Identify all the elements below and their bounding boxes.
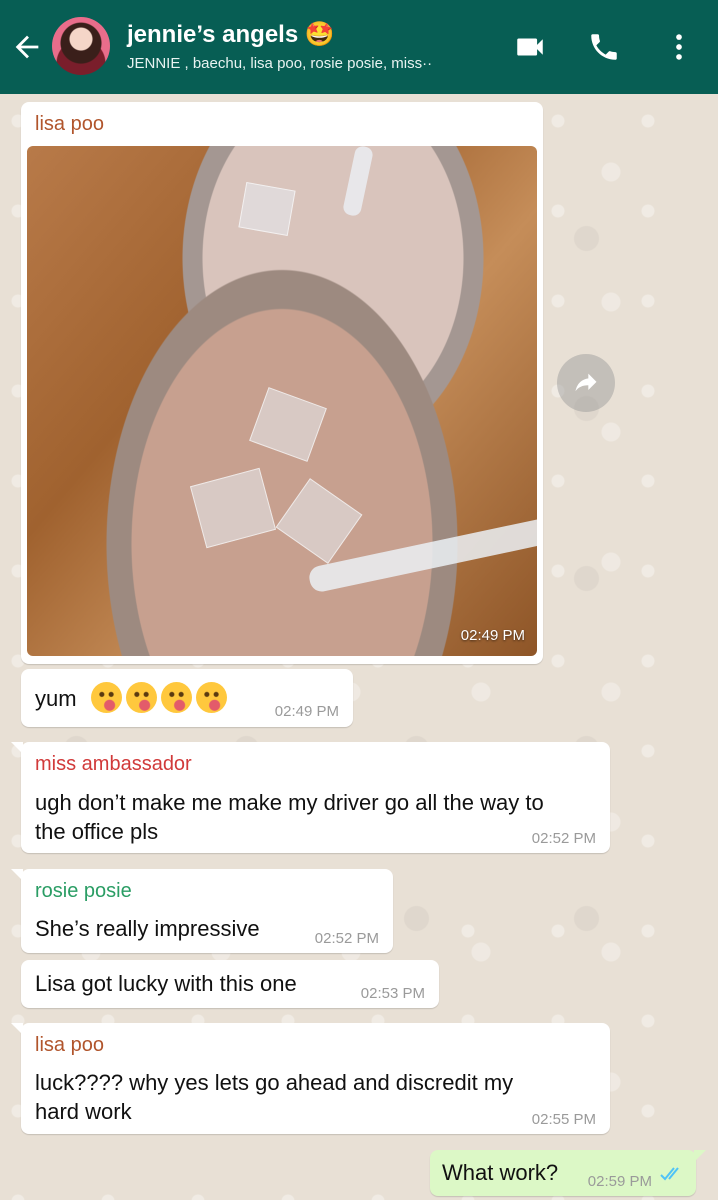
forward-icon <box>575 373 597 392</box>
message-bubble[interactable]: miss ambassador ugh don’t make me make m… <box>11 742 610 853</box>
sender-name: miss ambassador <box>35 753 192 775</box>
ice-cube <box>189 467 277 549</box>
sender-name: lisa poo <box>35 1034 104 1056</box>
more-options-icon[interactable] <box>662 30 696 64</box>
message-text: ugh don’t make me make my driver go all … <box>35 788 544 846</box>
message-time: 02:55 PM <box>531 1111 596 1128</box>
message-bubble[interactable]: lisa poo luck???? why yes lets go ahead … <box>11 1023 610 1134</box>
message-bubble[interactable]: Lisa got lucky with this one 02:53 PM <box>21 960 439 1008</box>
shared-photo-iced-coffee[interactable]: 02:49 PM <box>27 146 537 656</box>
message-text: luck???? why yes lets go ahead and discr… <box>35 1068 513 1126</box>
message-time: 02:49 PM <box>460 627 525 644</box>
sender-name: rosie posie <box>35 880 132 902</box>
message-text-line: ugh don’t make me make my driver go all … <box>35 790 544 815</box>
bubble-tail <box>11 869 23 881</box>
message-time: 02:49 PM <box>274 703 339 720</box>
message-text: She’s really impressive <box>35 916 260 941</box>
sender-name: lisa poo <box>35 113 104 135</box>
chat-header: jennie’s angels 🤩 JENNIE , baechu, lisa … <box>0 0 718 94</box>
outgoing-message-bubble[interactable]: What work? 02:59 PM <box>430 1150 706 1196</box>
ice-cube <box>249 387 327 462</box>
message-text: Lisa got lucky with this one <box>35 971 297 996</box>
face-savoring-food-emoji <box>125 682 157 713</box>
message-time: 02:52 PM <box>531 830 596 847</box>
face-savoring-food-emoji <box>90 682 122 713</box>
bubble-tail <box>11 1023 23 1035</box>
straw <box>341 146 375 218</box>
image-message-bubble[interactable]: lisa poo 02:49 PM <box>21 102 543 664</box>
message-time: 02:53 PM <box>360 985 425 1002</box>
message-time: 02:52 PM <box>314 930 379 947</box>
bubble-tail <box>694 1150 706 1162</box>
voice-call-icon[interactable] <box>586 30 622 64</box>
video-call-icon[interactable] <box>512 30 548 64</box>
face-savoring-food-emoji <box>195 682 227 713</box>
group-title[interactable]: jennie’s angels 🤩 <box>127 20 335 49</box>
face-savoring-food-emoji <box>160 682 192 713</box>
message-text-content: yum <box>35 686 77 711</box>
message-time: 02:59 PM <box>587 1173 652 1190</box>
group-members-text: JENNIE , baechu, lisa poo, rosie posie, … <box>127 55 423 72</box>
message-text: yum <box>35 682 231 713</box>
back-arrow-icon[interactable] <box>10 30 44 64</box>
message-bubble[interactable]: yum 02:49 PM <box>21 669 353 727</box>
forward-button[interactable] <box>557 354 615 412</box>
ice-cube <box>275 478 363 564</box>
group-members[interactable]: JENNIE , baechu, lisa poo, rosie posie, … <box>127 55 467 72</box>
message-text-line: luck???? why yes lets go ahead and discr… <box>35 1070 514 1095</box>
message-bubble[interactable]: rosie posie She’s really impressive 02:5… <box>11 869 393 953</box>
group-avatar[interactable] <box>52 17 110 75</box>
group-members-more: ·· <box>422 55 433 72</box>
read-receipt-icon <box>660 1167 679 1181</box>
message-text-line: the office pls <box>35 819 159 844</box>
message-text: What work? <box>442 1160 559 1185</box>
ice-cube <box>238 182 296 236</box>
bubble-tail <box>11 742 23 754</box>
message-text-line: hard work <box>35 1099 132 1124</box>
